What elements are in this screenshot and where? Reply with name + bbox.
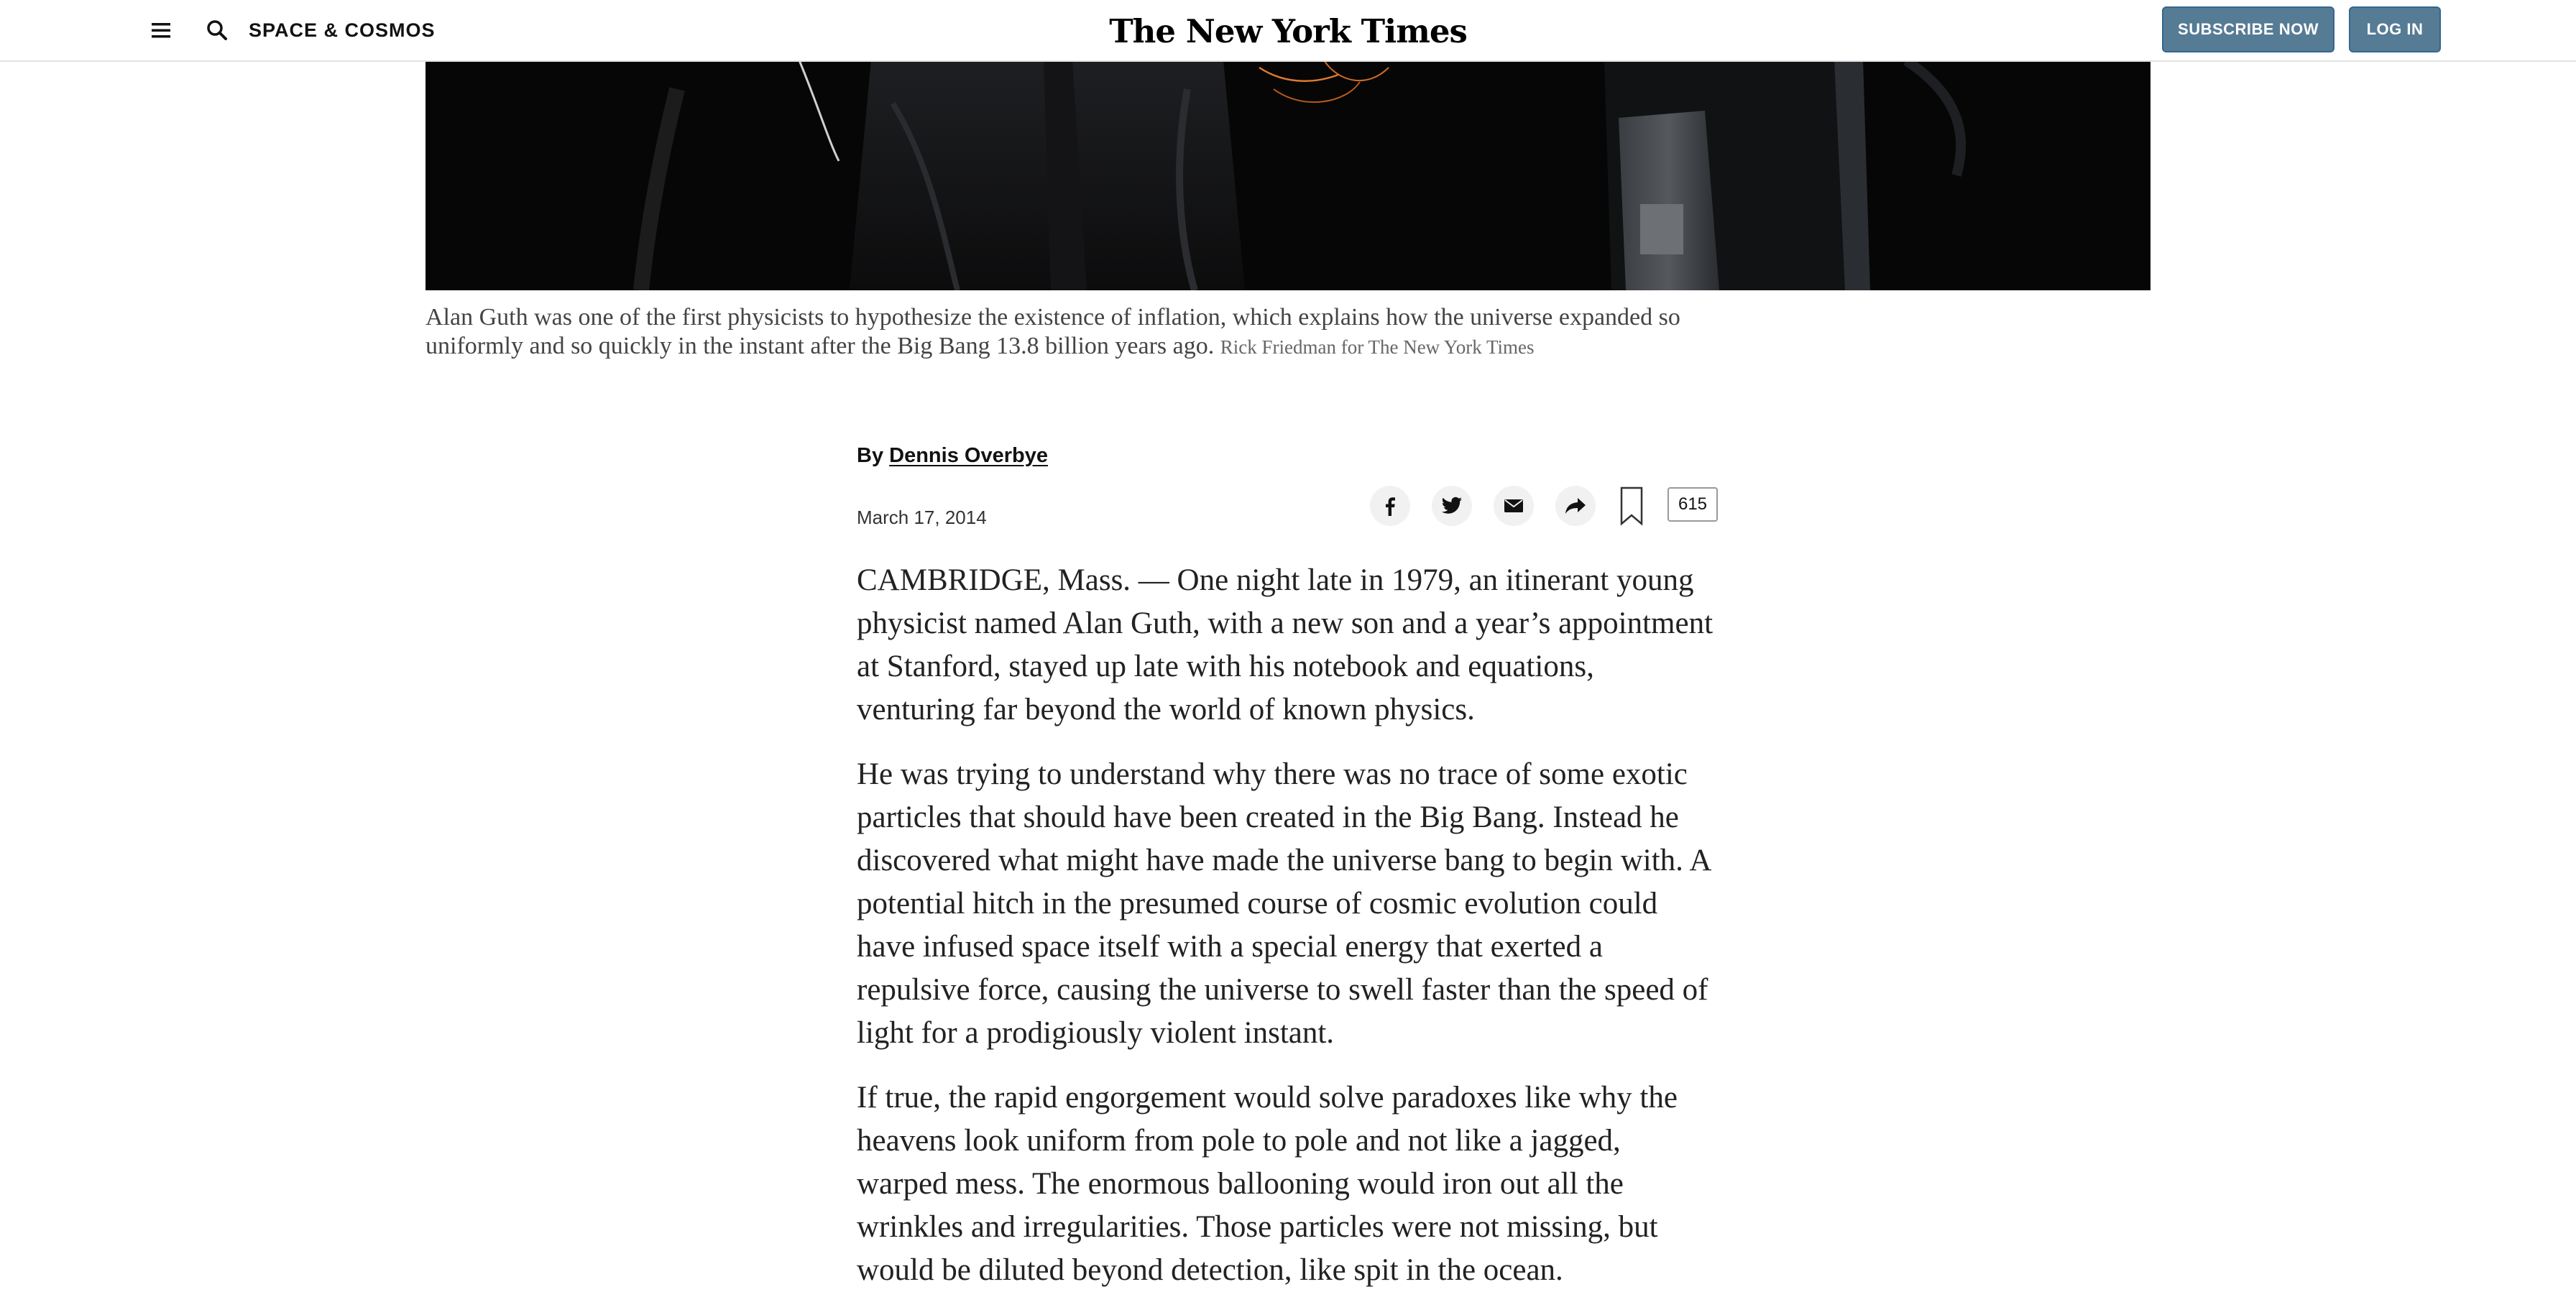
subscribe-button[interactable]: SUBSCRIBE NOW: [2162, 6, 2334, 52]
publish-date: March 17, 2014: [857, 507, 987, 528]
article-paragraph: If true, the rapid engorgement would sol…: [857, 1081, 1678, 1287]
email-icon[interactable]: [1494, 486, 1534, 526]
article-body: CAMBRIDGE, Mass. — One night late in 197…: [857, 559, 1719, 1292]
hero-photo-illustration: [426, 60, 2150, 290]
photo-credit: Rick Friedman for The New York Times: [1220, 336, 1535, 358]
twitter-icon[interactable]: [1432, 486, 1472, 526]
article-paragraph: CAMBRIDGE, Mass. — One night late in 197…: [857, 563, 1714, 726]
hamburger-menu-icon[interactable]: [147, 16, 175, 45]
nyt-logo[interactable]: The New York Times: [1109, 6, 1468, 56]
section-link[interactable]: SPACE & COSMOS: [249, 19, 436, 42]
comments-count-button[interactable]: 615: [1668, 487, 1718, 522]
top-navigation-bar: SPACE & COSMOS The New York Times SUBSCR…: [0, 0, 2576, 62]
bookmark-icon[interactable]: [1619, 486, 1644, 526]
search-icon[interactable]: [203, 16, 231, 45]
byline: By Dennis Overbye: [857, 441, 1048, 470]
facebook-icon[interactable]: [1370, 486, 1410, 526]
image-caption: Alan Guth was one of the first physicist…: [426, 303, 1748, 361]
author-link[interactable]: Dennis Overbye: [889, 444, 1048, 467]
hero-image: [426, 60, 2150, 290]
article-paragraph: He was trying to understand why there wa…: [857, 757, 1710, 1050]
share-icon[interactable]: [1555, 486, 1596, 526]
login-button[interactable]: LOG IN: [2349, 6, 2441, 52]
byline-prefix: By: [857, 444, 884, 467]
